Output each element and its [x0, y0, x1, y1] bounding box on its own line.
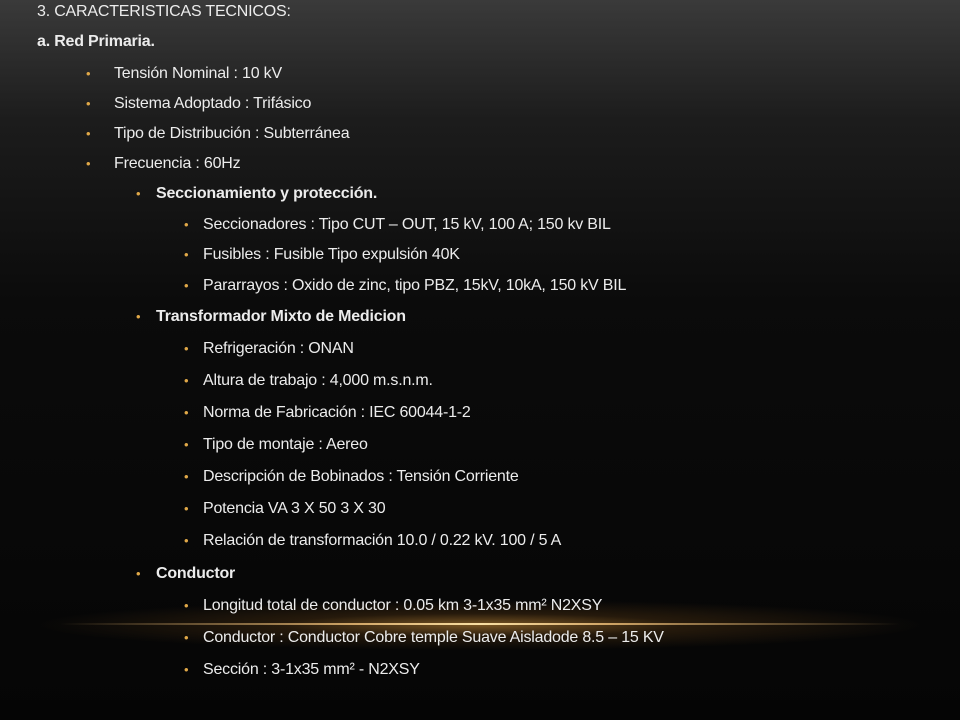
bullet-icon: • — [184, 598, 189, 613]
bullet-icon: • — [184, 469, 189, 484]
list-item: Fusibles : Fusible Tipo expulsión 40K — [203, 246, 460, 263]
slide-heading: 3. CARACTERISTICAS TECNICOS: — [37, 3, 291, 20]
section-title: Conductor — [156, 565, 236, 582]
list-item: Sistema Adoptado : Trifásico — [114, 95, 312, 112]
list-item: Altura de trabajo : 4,000 m.s.n.m. — [203, 372, 433, 389]
bullet-icon: • — [86, 126, 91, 141]
list-item: Sección : 3-1x35 mm² - N2XSY — [203, 661, 420, 678]
list-item: Pararrayos : Oxido de zinc, tipo PBZ, 15… — [203, 277, 627, 294]
bullet-icon: • — [184, 662, 189, 677]
list-item: Potencia VA 3 X 50 3 X 30 — [203, 500, 386, 517]
bullet-icon: • — [136, 186, 141, 201]
subheading: a. Red Primaria. — [37, 33, 155, 50]
bullet-icon: • — [184, 630, 189, 645]
list-item: Refrigeración : ONAN — [203, 340, 354, 357]
list-item: Norma de Fabricación : IEC 60044-1-2 — [203, 404, 471, 421]
slide-content: 3. CARACTERISTICAS TECNICOS: a. Red Prim… — [0, 0, 960, 720]
list-item: Tensión Nominal : 10 kV — [114, 65, 282, 82]
list-item: Seccionadores : Tipo CUT – OUT, 15 kV, 1… — [203, 216, 611, 233]
bullet-icon: • — [86, 96, 91, 111]
bullet-icon: • — [184, 533, 189, 548]
bullet-icon: • — [136, 566, 141, 581]
bullet-icon: • — [184, 437, 189, 452]
list-item: Frecuencia : 60Hz — [114, 155, 241, 172]
bullet-icon: • — [184, 341, 189, 356]
bullet-icon: • — [184, 373, 189, 388]
bullet-icon: • — [86, 66, 91, 81]
bullet-icon: • — [86, 156, 91, 171]
bullet-icon: • — [136, 309, 141, 324]
bullet-icon: • — [184, 247, 189, 262]
bullet-icon: • — [184, 405, 189, 420]
bullet-icon: • — [184, 217, 189, 232]
list-item: Tipo de montaje : Aereo — [203, 436, 368, 453]
bullet-icon: • — [184, 278, 189, 293]
list-item: Descripción de Bobinados : Tensión Corri… — [203, 468, 519, 485]
list-item: Conductor : Conductor Cobre temple Suave… — [203, 629, 664, 646]
list-item: Tipo de Distribución : Subterránea — [114, 125, 350, 142]
list-item: Longitud total de conductor : 0.05 km 3-… — [203, 597, 603, 614]
section-title: Seccionamiento y protección. — [156, 185, 378, 202]
bullet-icon: • — [184, 501, 189, 516]
section-title: Transformador Mixto de Medicion — [156, 308, 406, 325]
list-item: Relación de transformación 10.0 / 0.22 k… — [203, 532, 562, 549]
